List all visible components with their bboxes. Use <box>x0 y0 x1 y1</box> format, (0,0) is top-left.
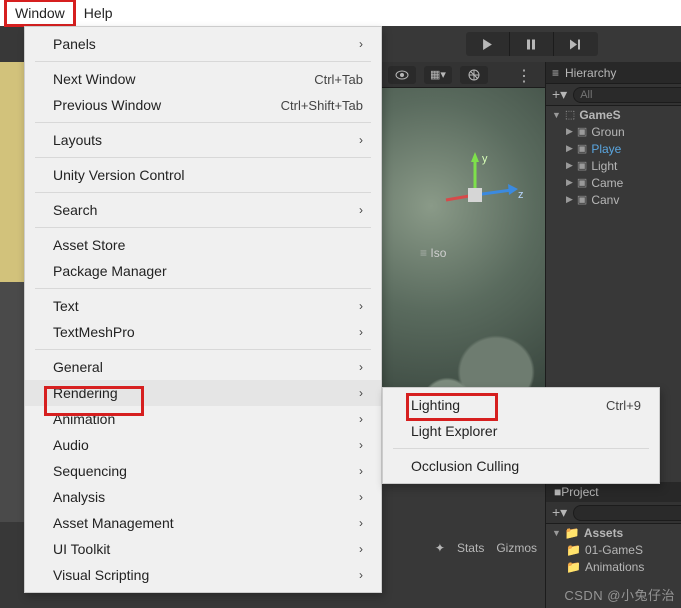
hierarchy-icon: ≡ <box>552 66 559 80</box>
hierarchy-item[interactable]: ▶ ▣ Groun <box>546 123 681 140</box>
chevron-right-icon: ▶ <box>566 126 573 137</box>
chevron-right-icon: › <box>359 299 363 313</box>
stats-toggle[interactable]: Stats <box>457 541 484 555</box>
menu-text[interactable]: Text› <box>25 293 381 319</box>
add-button[interactable]: +▾ <box>552 504 567 521</box>
left-strip-decor <box>0 62 24 282</box>
folder-icon: 📁 <box>566 543 581 557</box>
menu-panels[interactable]: Panels› <box>25 31 381 57</box>
hierarchy-item[interactable]: ▶ ▣ Came <box>546 174 681 191</box>
play-toolbar <box>382 26 681 62</box>
menu-previous-window[interactable]: Previous WindowCtrl+Shift+Tab <box>25 92 381 118</box>
menu-asset-store[interactable]: Asset Store <box>25 232 381 258</box>
step-button[interactable] <box>554 32 598 56</box>
menu-package-manager[interactable]: Package Manager <box>25 258 381 284</box>
menu-animation[interactable]: Animation› <box>25 406 381 432</box>
pause-button[interactable] <box>510 32 554 56</box>
iso-label: ≡ Iso <box>420 246 446 260</box>
add-button[interactable]: +▾ <box>552 86 567 103</box>
hierarchy-title: Hierarchy <box>565 66 616 80</box>
menu-audio[interactable]: Audio› <box>25 432 381 458</box>
chevron-right-icon: ▶ <box>566 143 573 154</box>
hierarchy-item[interactable]: ▼ ⬚ GameS <box>546 106 681 123</box>
chevron-right-icon: › <box>359 516 363 530</box>
submenu-lighting[interactable]: LightingCtrl+9 <box>383 392 659 418</box>
separator <box>35 288 371 289</box>
menu-asset-management[interactable]: Asset Management› <box>25 510 381 536</box>
grid-toggle[interactable]: ▦▾ <box>424 66 452 84</box>
menubar-help[interactable]: Help <box>76 2 121 24</box>
hierarchy-item[interactable]: ▶ ▣ Playe <box>546 140 681 157</box>
rendering-submenu: LightingCtrl+9 Light Explorer Occlusion … <box>382 387 660 484</box>
separator <box>35 157 371 158</box>
window-menu: Panels› Next WindowCtrl+Tab Previous Win… <box>24 26 382 593</box>
scene-footer: ✦ Stats Gizmos <box>382 536 545 560</box>
separator <box>35 349 371 350</box>
cube-icon: ▣ <box>577 193 587 206</box>
chevron-right-icon: › <box>359 568 363 582</box>
menu-uvc[interactable]: Unity Version Control <box>25 162 381 188</box>
folder-icon: 📁 <box>565 526 580 540</box>
separator <box>35 192 371 193</box>
eye-toggle[interactable] <box>388 66 416 84</box>
folder-icon: 📁 <box>566 560 581 574</box>
chevron-right-icon: › <box>359 542 363 556</box>
separator <box>35 122 371 123</box>
hierarchy-search[interactable] <box>573 87 681 103</box>
chevron-down-icon: ▼ <box>552 528 561 538</box>
hierarchy-tab[interactable]: ≡ Hierarchy <box>546 62 681 84</box>
play-button[interactable] <box>466 32 510 56</box>
chevron-right-icon: ▶ <box>566 160 573 171</box>
menu-next-window[interactable]: Next WindowCtrl+Tab <box>25 66 381 92</box>
menubar: Window Help <box>0 0 681 26</box>
hierarchy-item[interactable]: ▶ ▣ Canv <box>546 191 681 208</box>
gizmos-toggle[interactable]: Gizmos <box>496 541 537 555</box>
project-tab[interactable]: ■ Project <box>546 482 681 502</box>
separator <box>393 448 649 449</box>
project-folder[interactable]: 📁 Animations <box>546 558 681 575</box>
chevron-right-icon: › <box>359 360 363 374</box>
chevron-right-icon: › <box>359 37 363 51</box>
project-search[interactable] <box>573 505 681 521</box>
unity-icon: ⬚ <box>565 108 575 121</box>
separator <box>35 61 371 62</box>
chevron-right-icon: ▶ <box>566 194 573 205</box>
globe-toggle[interactable] <box>460 66 488 84</box>
separator <box>35 227 371 228</box>
project-folder[interactable]: ▼ 📁 Assets <box>546 524 681 541</box>
hierarchy-item[interactable]: ▶ ▣ Light <box>546 157 681 174</box>
menu-sequencing[interactable]: Sequencing› <box>25 458 381 484</box>
chevron-right-icon: › <box>359 203 363 217</box>
chevron-down-icon: ▼ <box>552 110 561 120</box>
kebab-icon[interactable]: ⋮ <box>516 66 532 86</box>
cube-icon: ▣ <box>577 125 587 138</box>
chevron-right-icon: › <box>359 490 363 504</box>
chevron-right-icon: › <box>359 412 363 426</box>
menu-rendering[interactable]: Rendering› <box>25 380 381 406</box>
cube-icon: ▣ <box>577 142 587 155</box>
menu-general[interactable]: General› <box>25 354 381 380</box>
menu-search[interactable]: Search› <box>25 197 381 223</box>
effects-icon[interactable]: ✦ <box>435 541 445 555</box>
cube-icon: ▣ <box>577 159 587 172</box>
menu-textmeshpro[interactable]: TextMeshPro› <box>25 319 381 345</box>
cube-icon: ▣ <box>577 176 587 189</box>
project-folder[interactable]: 📁 01-GameS <box>546 541 681 558</box>
chevron-right-icon: › <box>359 386 363 400</box>
menu-layouts[interactable]: Layouts› <box>25 127 381 153</box>
submenu-light-explorer[interactable]: Light Explorer <box>383 418 659 444</box>
menubar-window[interactable]: Window <box>4 0 76 27</box>
watermark: CSDN @小兔仔治 <box>564 585 675 604</box>
chevron-right-icon: ▶ <box>566 177 573 188</box>
submenu-occlusion-culling[interactable]: Occlusion Culling <box>383 453 659 479</box>
menu-ui-toolkit[interactable]: UI Toolkit› <box>25 536 381 562</box>
menu-analysis[interactable]: Analysis› <box>25 484 381 510</box>
chevron-right-icon: › <box>359 325 363 339</box>
chevron-right-icon: › <box>359 438 363 452</box>
menu-visual-scripting[interactable]: Visual Scripting› <box>25 562 381 588</box>
chevron-right-icon: › <box>359 464 363 478</box>
chevron-right-icon: › <box>359 133 363 147</box>
left-strip-decor2 <box>0 282 24 522</box>
